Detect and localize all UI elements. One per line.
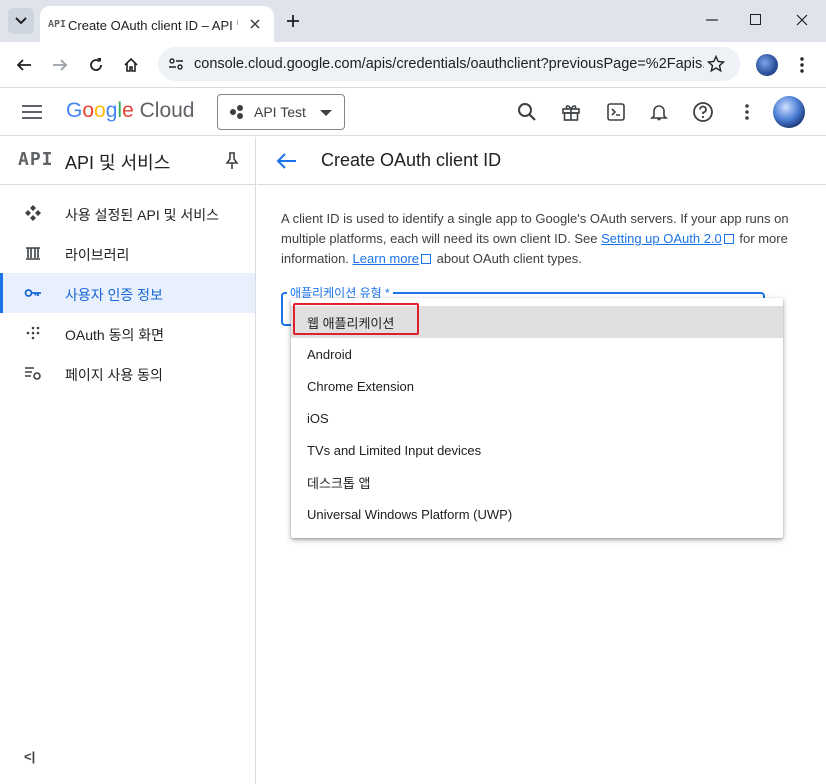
tab-search-button[interactable] bbox=[8, 8, 34, 34]
option-uwp[interactable]: Universal Windows Platform (UWP) bbox=[291, 498, 783, 530]
pin-icon[interactable] bbox=[223, 151, 241, 171]
diamond-arrows-icon bbox=[24, 205, 42, 221]
external-link-icon bbox=[421, 254, 432, 264]
cloud-console-header: Google Cloud API Test bbox=[0, 89, 826, 136]
browser-menu-icon[interactable] bbox=[792, 54, 812, 76]
description-text: A client ID is used to identify a single… bbox=[281, 211, 789, 266]
collapse-sidebar-icon[interactable]: <| bbox=[24, 749, 35, 764]
url-text[interactable]: console.cloud.google.com/apis/credential… bbox=[194, 56, 704, 72]
forward-button[interactable] bbox=[46, 51, 74, 79]
sidebar-item-label: OAuth 동의 화면 bbox=[65, 327, 164, 343]
more-options-icon[interactable] bbox=[734, 99, 760, 125]
sidebar-item-oauth-consent[interactable]: OAuth 동의 화면 bbox=[0, 313, 255, 353]
sidebar-item-library[interactable]: 라이브러리 bbox=[0, 233, 255, 273]
close-window-button[interactable] bbox=[782, 6, 822, 34]
close-icon bbox=[796, 14, 808, 26]
sidebar-title: API 및 서비스 bbox=[65, 153, 171, 173]
api-icon: API bbox=[18, 149, 54, 170]
settings-list-icon bbox=[24, 365, 42, 381]
tab-strip: API Create OAuth client ID – API 및 bbox=[0, 0, 826, 42]
browser-profile-avatar[interactable] bbox=[756, 54, 778, 76]
arrow-left-icon bbox=[16, 59, 31, 71]
tab-favicon: API bbox=[48, 18, 67, 30]
page-header: Create OAuth client ID bbox=[257, 137, 826, 185]
project-name: API Test bbox=[254, 104, 306, 120]
tab-title: Create OAuth client ID – API 및 bbox=[68, 17, 238, 33]
option-chrome-extension[interactable]: Chrome Extension bbox=[291, 370, 783, 402]
learn-more-link[interactable]: Learn more bbox=[353, 251, 419, 266]
browser-toolbar: console.cloud.google.com/apis/credential… bbox=[0, 42, 826, 88]
gift-icon[interactable] bbox=[558, 99, 584, 125]
home-icon bbox=[124, 57, 138, 72]
option-android[interactable]: Android bbox=[291, 338, 783, 370]
dropdown-caret-icon bbox=[320, 110, 332, 116]
sidebar-item-label: 라이브러리 bbox=[65, 247, 130, 263]
sidebar-item-label: 사용 설정된 API 및 서비스 bbox=[65, 207, 220, 223]
plus-icon bbox=[287, 15, 299, 27]
home-button[interactable] bbox=[117, 51, 145, 79]
dots-grid-icon bbox=[24, 325, 42, 341]
search-icon[interactable] bbox=[514, 99, 540, 125]
back-arrow-icon[interactable] bbox=[275, 149, 299, 173]
maximize-button[interactable] bbox=[736, 6, 776, 34]
sidebar-item-label: 페이지 사용 동의 bbox=[65, 367, 163, 383]
reload-icon bbox=[90, 58, 102, 71]
bookmark-star-icon[interactable] bbox=[706, 54, 726, 74]
new-tab-button[interactable] bbox=[282, 10, 304, 32]
external-link-icon bbox=[723, 234, 734, 244]
close-tab-icon[interactable] bbox=[246, 15, 264, 33]
cloud-shell-icon[interactable] bbox=[603, 99, 629, 125]
hamburger-menu-icon[interactable] bbox=[22, 101, 46, 123]
site-info-icon[interactable] bbox=[166, 54, 186, 74]
project-picker-button[interactable]: API Test bbox=[217, 94, 345, 130]
help-icon[interactable] bbox=[690, 99, 716, 125]
reload-button[interactable] bbox=[82, 51, 110, 79]
sidebar-item-page-usage-agreement[interactable]: 페이지 사용 동의 bbox=[0, 353, 255, 393]
project-icon bbox=[230, 105, 244, 119]
arrow-right-icon bbox=[53, 59, 68, 71]
sidebar: API API 및 서비스 사용 설정된 API 및 서비스 라이브러리 사용자… bbox=[0, 137, 256, 784]
chevron-down-icon bbox=[15, 17, 27, 25]
library-icon bbox=[24, 245, 42, 261]
sidebar-item-credentials[interactable]: 사용자 인증 정보 bbox=[0, 273, 255, 313]
address-bar[interactable]: console.cloud.google.com/apis/credential… bbox=[158, 47, 740, 81]
sidebar-header: API API 및 서비스 bbox=[0, 137, 255, 185]
back-button[interactable] bbox=[10, 51, 38, 79]
page-title: Create OAuth client ID bbox=[321, 150, 502, 170]
browser-tab[interactable]: API Create OAuth client ID – API 및 bbox=[40, 6, 274, 42]
setting-up-oauth-link[interactable]: Setting up OAuth 2.0 bbox=[601, 231, 722, 246]
maximize-icon bbox=[750, 14, 761, 25]
application-type-dropdown: 웹 애플리케이션 Android Chrome Extension iOS TV… bbox=[291, 298, 783, 538]
google-cloud-logo[interactable]: Google Cloud bbox=[66, 99, 194, 123]
minimize-icon bbox=[706, 19, 718, 21]
option-tvs-limited-input[interactable]: TVs and Limited Input devices bbox=[291, 434, 783, 466]
notifications-bell-icon[interactable] bbox=[646, 99, 672, 125]
option-ios[interactable]: iOS bbox=[291, 402, 783, 434]
highlight-box bbox=[293, 303, 419, 335]
key-icon bbox=[24, 285, 42, 301]
user-avatar[interactable] bbox=[773, 96, 805, 128]
option-web-application[interactable]: 웹 애플리케이션 bbox=[291, 303, 783, 338]
minimize-button[interactable] bbox=[692, 6, 732, 34]
sidebar-item-enabled-apis[interactable]: 사용 설정된 API 및 서비스 bbox=[0, 193, 255, 233]
sidebar-item-label: 사용자 인증 정보 bbox=[65, 287, 163, 303]
option-desktop-app[interactable]: 데스크톱 앱 bbox=[291, 466, 783, 498]
